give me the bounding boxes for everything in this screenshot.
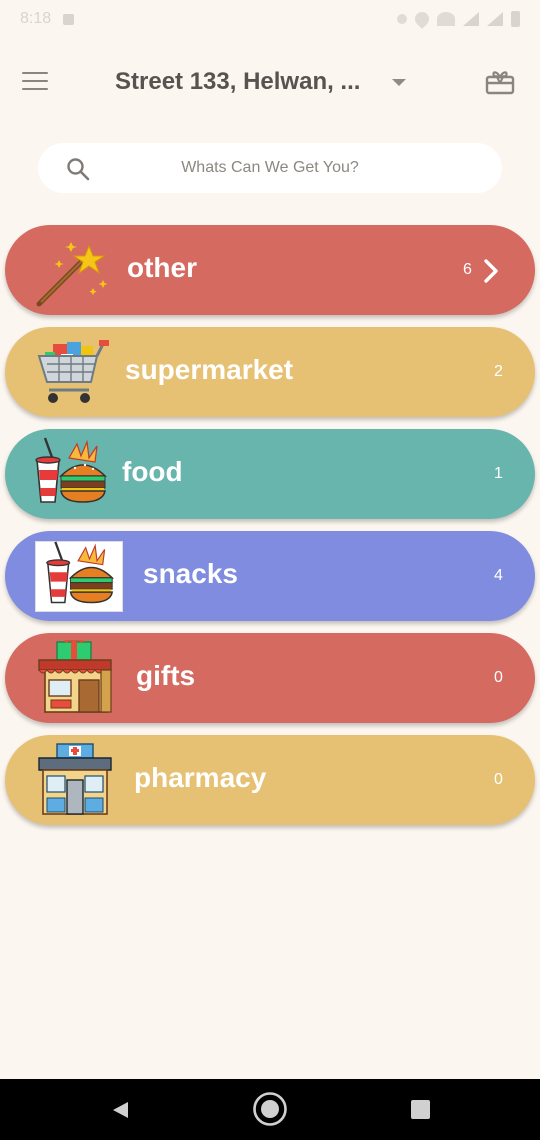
search-bar: [38, 143, 502, 193]
gift-card-icon[interactable]: [485, 68, 515, 96]
chevron-right-icon: [484, 259, 498, 283]
snacks-image: [35, 541, 123, 612]
category-count: 0: [494, 669, 503, 686]
navigation-bar: [0, 1079, 540, 1140]
search-icon: [67, 158, 90, 181]
signal-icon: [487, 12, 503, 26]
category-pharmacy[interactable]: pharmacy 0: [5, 735, 535, 825]
battery-icon: [511, 11, 520, 27]
category-supermarket[interactable]: supermarket 2: [5, 327, 535, 417]
category-count: 6: [463, 261, 472, 278]
signal-icon: [463, 12, 479, 26]
menu-icon[interactable]: [22, 72, 48, 92]
home-icon[interactable]: [252, 1091, 288, 1127]
category-label: snacks: [143, 558, 238, 589]
shopping-cart-icon: [37, 340, 109, 403]
category-food[interactable]: food 1: [5, 429, 535, 519]
category-count: 0: [494, 771, 503, 788]
address-selector[interactable]: Street 133, Helwan, ...: [115, 68, 375, 96]
pharmacy-icon: [38, 743, 112, 815]
notification-icon: [63, 13, 75, 25]
category-label: supermarket: [125, 354, 294, 385]
category-gifts[interactable]: gifts 0: [5, 633, 535, 723]
category-count: 4: [494, 567, 503, 584]
category-label: gifts: [136, 660, 196, 691]
fast-food-icon: [46, 541, 115, 604]
top-bar: Street 133, Helwan, ...: [0, 58, 540, 108]
category-label: other: [127, 252, 197, 283]
magic-wand-icon: [36, 242, 108, 307]
category-count: 1: [494, 465, 503, 482]
category-snacks[interactable]: snacks 4: [5, 531, 535, 621]
fast-food-icon: [35, 437, 107, 503]
back-icon[interactable]: [110, 1100, 130, 1120]
vibrate-icon: [397, 14, 407, 24]
location-icon: [412, 9, 432, 29]
gift-shop-icon: [38, 640, 112, 713]
wifi-icon: [437, 12, 455, 26]
category-label: food: [122, 456, 183, 487]
search-input[interactable]: [38, 159, 502, 177]
recents-icon[interactable]: [411, 1100, 430, 1119]
category-count: 2: [494, 363, 503, 380]
status-bar: 8:18: [0, 0, 540, 38]
category-label: pharmacy: [134, 762, 267, 793]
status-time: 8:18: [20, 10, 52, 27]
category-other[interactable]: other 6: [5, 225, 535, 315]
chevron-down-icon[interactable]: [392, 79, 406, 86]
